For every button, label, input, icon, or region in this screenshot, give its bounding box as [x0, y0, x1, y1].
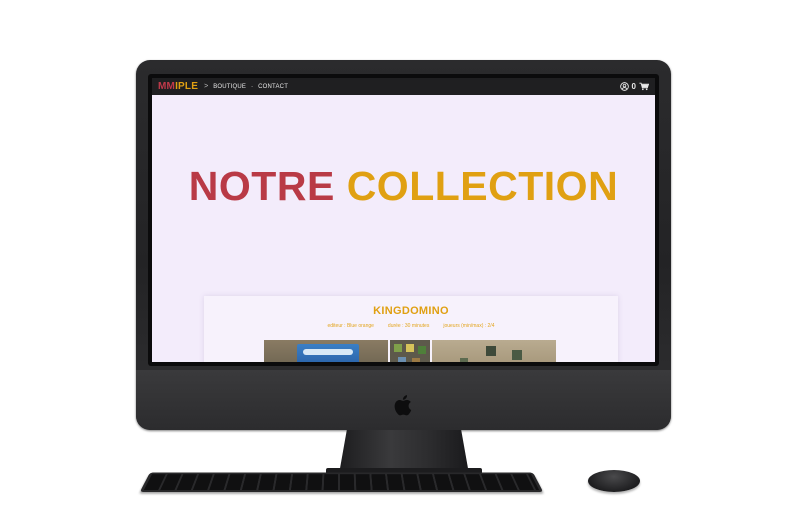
- cart-icon[interactable]: [639, 82, 649, 91]
- mouse: [588, 470, 640, 492]
- nav-link-contact[interactable]: CONTACT: [258, 84, 288, 90]
- nav-separator: >: [204, 83, 209, 90]
- product-meta: editeur : Blue orange durée : 30 minutes…: [204, 323, 618, 329]
- website-screen: MMIPLE > BOUTIQUE - CONTACT 0 NOTRE COLL…: [152, 78, 655, 362]
- product-photo-table[interactable]: [432, 340, 556, 362]
- game-box-image: [297, 344, 359, 362]
- top-navbar: MMIPLE > BOUTIQUE - CONTACT 0: [152, 78, 655, 95]
- hero-word-1: NOTRE: [188, 163, 335, 209]
- keyboard: [139, 472, 544, 492]
- hero-title: NOTRE COLLECTION: [152, 166, 655, 207]
- product-duration: durée : 30 minutes: [387, 323, 430, 329]
- product-players: joueurs (min/max) : 2/4: [443, 323, 495, 329]
- product-title: KINGDOMINO: [373, 305, 449, 317]
- product-publisher: editeur : Blue orange: [327, 323, 374, 329]
- apple-logo-icon: [394, 395, 412, 416]
- brand-part-2: IPLE: [175, 81, 199, 92]
- hero-word-2: COLLECTION: [346, 163, 619, 209]
- nav-link-boutique[interactable]: BOUTIQUE: [213, 84, 246, 90]
- brand-part-1: MM: [158, 81, 176, 92]
- product-photo-tiles[interactable]: [390, 340, 430, 362]
- product-card[interactable]: KINGDOMINO editeur : Blue orange durée :…: [204, 296, 618, 362]
- brand-logo[interactable]: MMIPLE: [158, 81, 198, 92]
- user-icon[interactable]: [619, 82, 629, 91]
- product-photo-box[interactable]: [264, 340, 388, 362]
- cart-count: 0: [631, 82, 636, 91]
- nav-actions: 0: [619, 82, 649, 91]
- nav-link-separator: -: [251, 83, 254, 90]
- product-gallery: [264, 340, 556, 362]
